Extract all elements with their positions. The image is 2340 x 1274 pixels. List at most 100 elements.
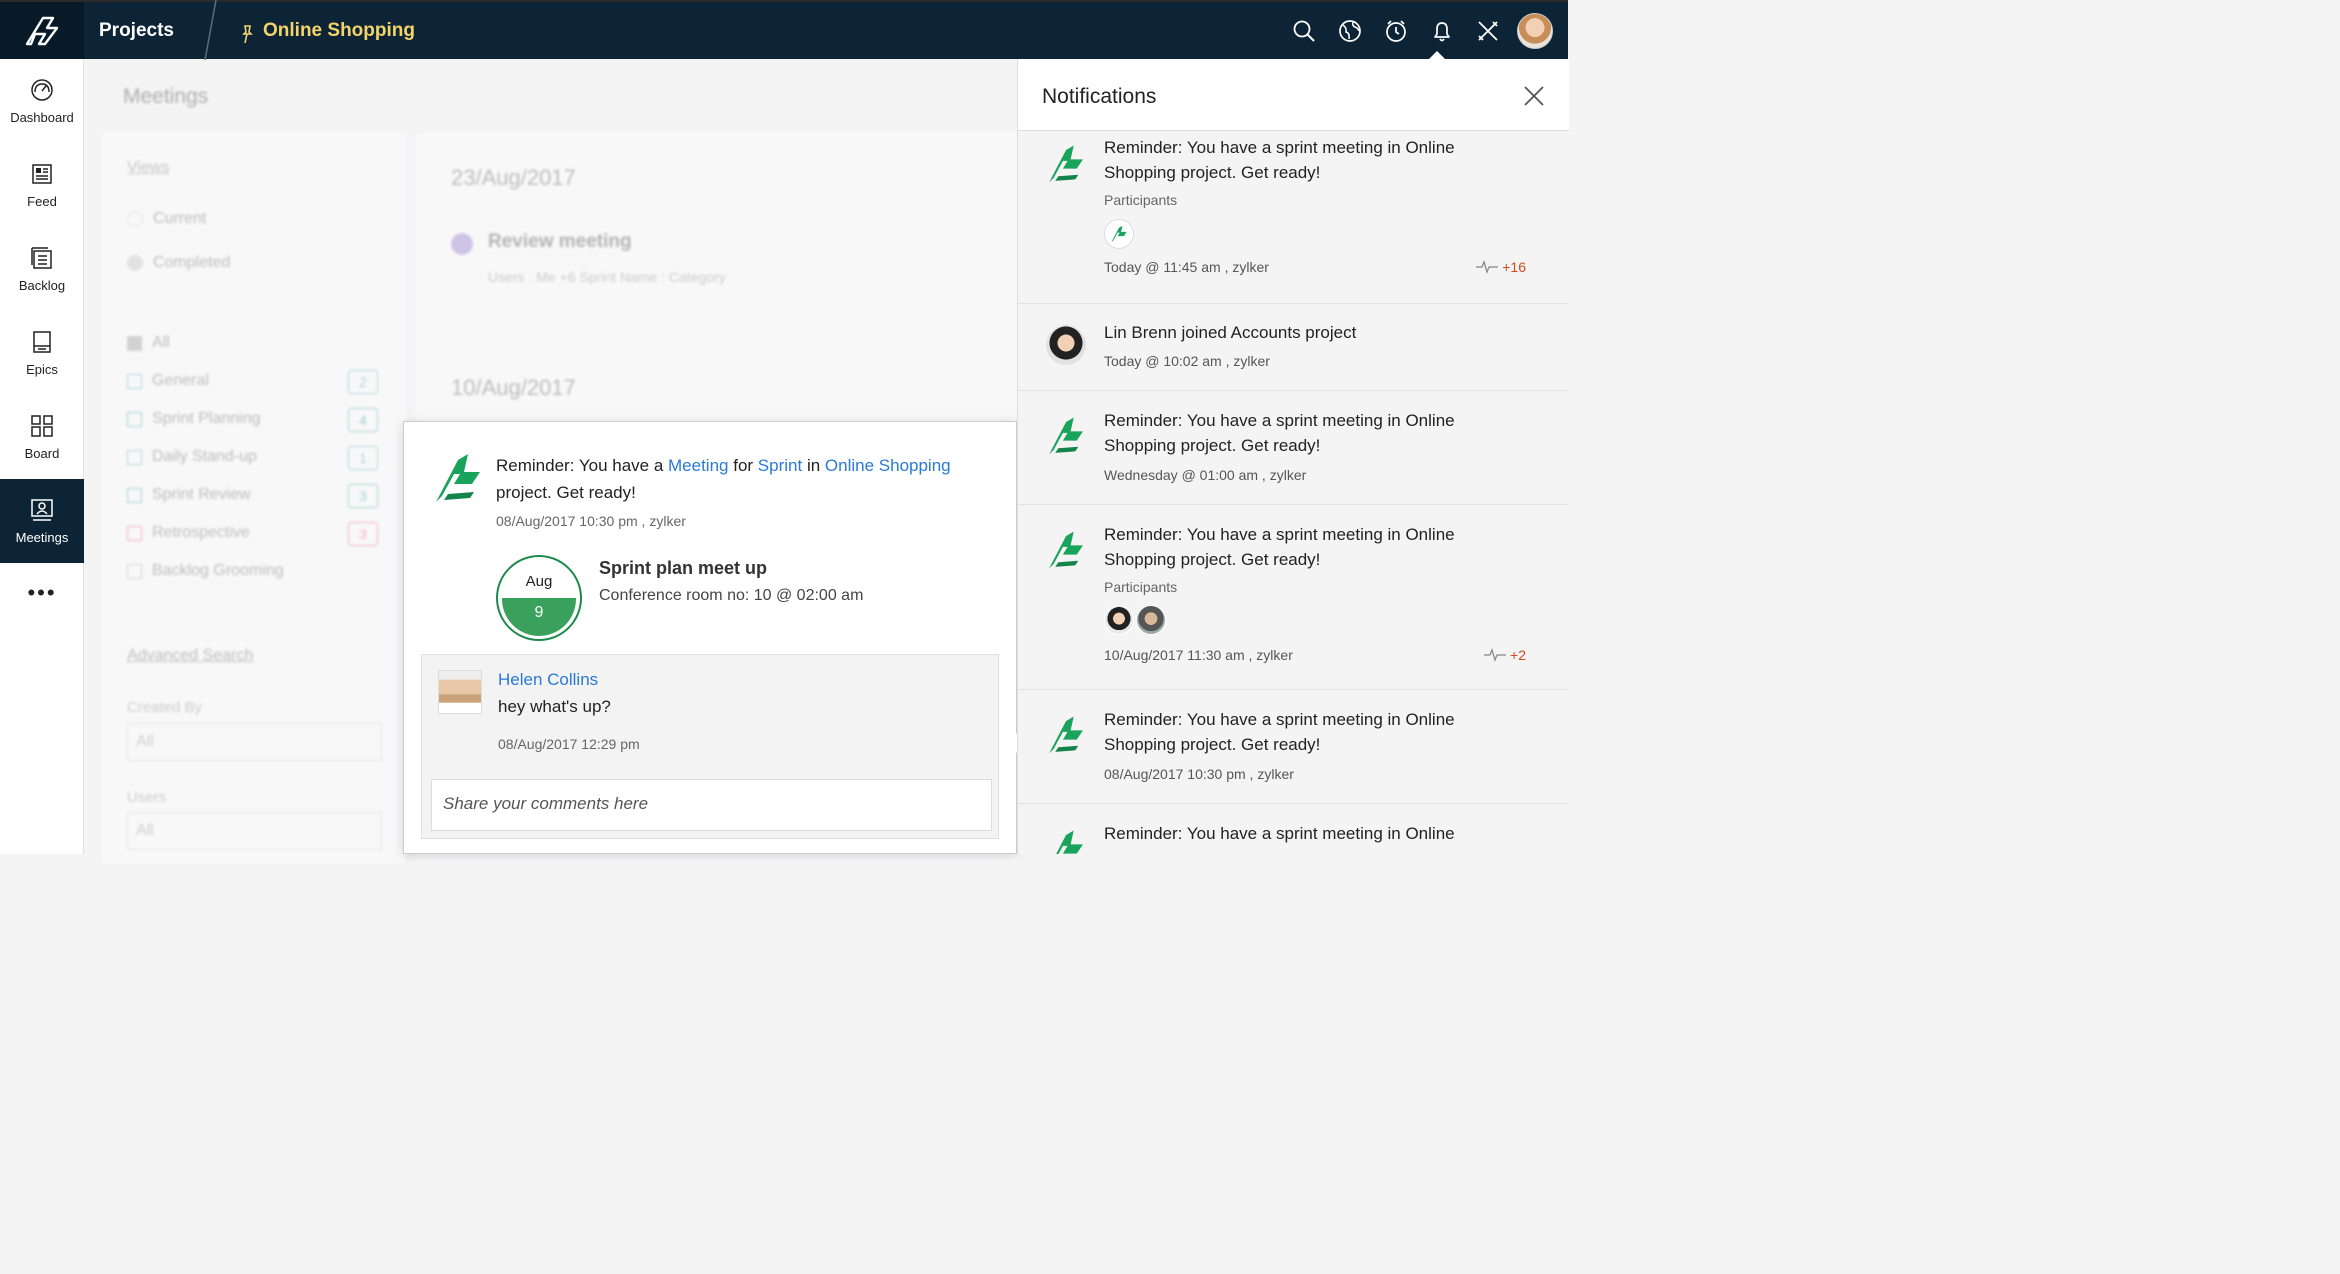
view-completed[interactable]: Completed	[127, 254, 230, 272]
participants-label: Participants	[1104, 192, 1178, 208]
avatar	[1046, 325, 1086, 365]
section-title[interactable]: Projects	[99, 20, 174, 42]
sidebar: Dashboard Feed Backlog Epics Board Meeti…	[0, 59, 84, 854]
filter-backlog-grooming[interactable]: Backlog Grooming	[127, 562, 284, 580]
notification-time: Wednesday @ 01:00 am , zylker	[1104, 467, 1307, 483]
close-icon[interactable]	[1523, 85, 1545, 107]
top-bar: Projects Online Shopping	[0, 0, 1568, 61]
more-menu-button[interactable]: •••	[0, 563, 84, 623]
sidebar-item-backlog[interactable]: Backlog	[0, 227, 84, 311]
meeting-title[interactable]: Review meeting	[488, 231, 632, 253]
notification-item[interactable]: Reminder: You have a sprint meeting in O…	[1018, 804, 1569, 854]
sprint-link[interactable]: Sprint	[758, 456, 802, 475]
filter-panel: Views Current Completed All General 2 Sp…	[102, 133, 405, 863]
sidebar-item-label: Epics	[26, 361, 58, 377]
sprints-logo-icon	[1049, 531, 1083, 569]
created-by-label: Created By	[127, 699, 203, 716]
notification-text: Reminder: You have a sprint meeting in O…	[1104, 824, 1455, 843]
sidebar-item-label: Meetings	[15, 529, 69, 545]
sidebar-item-label: Feed	[27, 193, 57, 209]
count-badge: 3	[348, 522, 378, 546]
created-by-field[interactable]: All	[127, 723, 382, 761]
advanced-search-link[interactable]: Advanced Search	[127, 647, 253, 665]
filter-all[interactable]: All	[127, 334, 170, 352]
user-avatar[interactable]	[1517, 12, 1553, 49]
meetings-icon	[31, 498, 53, 521]
notifications-panel: Notifications Reminder: You have a sprin…	[1017, 59, 1569, 854]
comment-author[interactable]: Helen Collins	[498, 670, 598, 690]
epics-icon	[33, 330, 51, 353]
event-location: Conference room no: 10 @ 02:00 am	[599, 587, 864, 604]
meeting-reminder-popup: Reminder: You have a Meeting for Sprint …	[403, 421, 1027, 854]
count-badge: 4	[348, 408, 378, 432]
avatar[interactable]	[1136, 605, 1166, 635]
page-title: Meetings	[123, 85, 209, 108]
notification-text: Lin Brenn joined Accounts project	[1104, 323, 1357, 342]
notification-time: Today @ 10:02 am , zylker	[1104, 353, 1270, 369]
views-heading: Views	[127, 159, 170, 176]
sidebar-item-epics[interactable]: Epics	[0, 311, 84, 395]
project-name[interactable]: Online Shopping	[263, 20, 415, 42]
dashboard-icon	[31, 78, 53, 101]
participants-label: Participants	[1104, 579, 1178, 595]
filter-retrospective[interactable]: Retrospective	[127, 524, 250, 542]
feed-icon	[32, 163, 52, 184]
globe-icon[interactable]	[1327, 2, 1373, 59]
more-participants-count[interactable]: +2	[1484, 647, 1526, 663]
participants-avatars	[1104, 605, 1166, 635]
notification-item[interactable]: Reminder: You have a sprint meeting in O…	[1018, 690, 1569, 804]
more-participants-count[interactable]: +16	[1476, 259, 1526, 275]
app-logo[interactable]	[0, 2, 84, 59]
avatar	[438, 670, 482, 714]
notification-time: Today @ 11:45 am , zylker	[1104, 259, 1269, 275]
notification-item[interactable]: Reminder: You have a sprint meeting in O…	[1018, 132, 1569, 304]
date-heading: 10/Aug/2017	[451, 375, 576, 400]
filter-sprint-review[interactable]: Sprint Review	[127, 486, 251, 504]
tools-icon[interactable]	[1465, 2, 1511, 59]
meeting-link[interactable]: Meeting	[668, 456, 728, 475]
notification-text: Reminder: You have a sprint meeting in O…	[1104, 138, 1455, 182]
sidebar-item-dashboard[interactable]: Dashboard	[0, 59, 84, 143]
view-current[interactable]: Current	[127, 210, 206, 228]
filter-daily-standup[interactable]: Daily Stand-up	[127, 448, 257, 466]
meeting-type-icon	[451, 233, 473, 255]
sidebar-item-board[interactable]: Board	[0, 395, 84, 479]
sprints-logo-icon	[1049, 417, 1083, 455]
filter-sprint-planning[interactable]: Sprint Planning	[127, 410, 261, 428]
reminder-text: Reminder: You have a Meeting for Sprint …	[496, 456, 951, 502]
notifications-list: Reminder: You have a sprint meeting in O…	[1018, 132, 1569, 854]
notification-text: Reminder: You have a sprint meeting in O…	[1104, 710, 1455, 754]
sidebar-item-meetings[interactable]: Meetings	[0, 479, 84, 563]
project-pin-icon	[242, 25, 253, 44]
sidebar-item-feed[interactable]: Feed	[0, 143, 84, 227]
notifications-header: Notifications	[1018, 59, 1569, 131]
calendar-day: 9	[502, 598, 576, 636]
comment-section: Helen Collins hey what's up? 08/Aug/2017…	[421, 654, 999, 839]
divider	[204, 0, 217, 60]
filter-general[interactable]: General	[127, 372, 209, 390]
sprints-logo-icon	[1056, 830, 1083, 854]
date-heading: 23/Aug/2017	[451, 165, 576, 190]
notification-item[interactable]: Lin Brenn joined Accounts project Today …	[1018, 304, 1569, 391]
event-title[interactable]: Sprint plan meet up	[599, 558, 767, 579]
comment-input[interactable]: Share your comments here	[431, 779, 992, 831]
notification-text: Reminder: You have a sprint meeting in O…	[1104, 411, 1455, 455]
calendar-date-badge: Aug 9	[496, 555, 582, 641]
notification-time: 08/Aug/2017 10:30 pm , zylker	[1104, 766, 1294, 782]
notification-item[interactable]: Reminder: You have a sprint meeting in O…	[1018, 391, 1569, 505]
calendar-month: Aug	[525, 573, 553, 590]
avatar[interactable]	[1104, 605, 1134, 635]
search-icon[interactable]	[1281, 2, 1327, 59]
users-field[interactable]: All	[127, 812, 382, 850]
project-link[interactable]: Online Shopping	[825, 456, 951, 475]
sidebar-item-label: Backlog	[18, 277, 66, 293]
activity-icon	[1476, 260, 1499, 274]
notification-item[interactable]: Reminder: You have a sprint meeting in O…	[1018, 505, 1569, 690]
meeting-details: Users : Me +6 Sprint Name : Category	[488, 269, 726, 285]
timer-icon[interactable]	[1373, 2, 1419, 59]
notification-text: Reminder: You have a sprint meeting in O…	[1104, 525, 1455, 569]
participants-avatars	[1104, 219, 1134, 249]
activity-icon	[1484, 648, 1507, 662]
avatar[interactable]	[1104, 219, 1134, 249]
users-label: Users	[127, 789, 167, 806]
